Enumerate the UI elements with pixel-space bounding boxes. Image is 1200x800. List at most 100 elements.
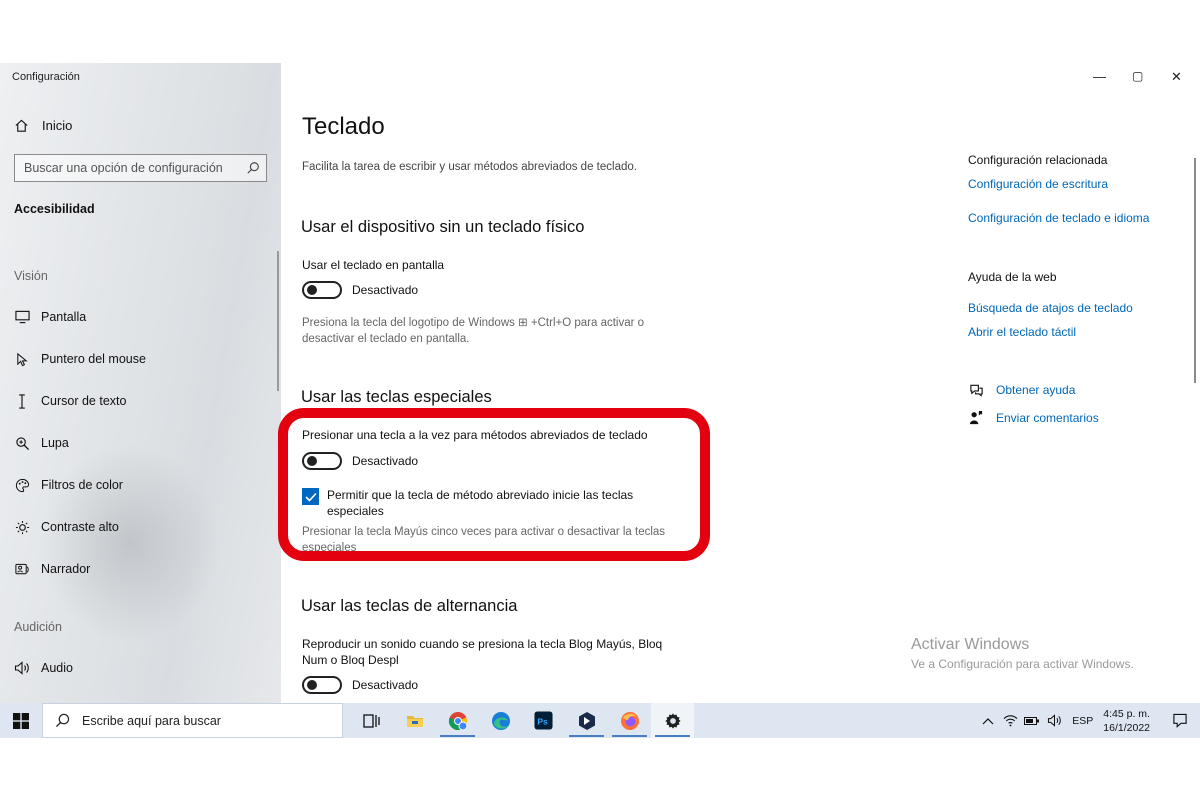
taskbar: Escribe aquí para buscar Ps ESP 4:45 p. … <box>0 703 1200 738</box>
maximize-button[interactable]: ▢ <box>1132 69 1143 83</box>
folder-icon <box>406 715 423 727</box>
file-explorer-button[interactable] <box>393 703 436 738</box>
settings-window: Configuración Inicio Buscar una opción d… <box>0 63 1200 703</box>
settings-search-input[interactable]: Buscar una opción de configuración <box>14 154 267 182</box>
battery-charging-icon[interactable] <box>1022 715 1042 727</box>
clock-time: 4:45 p. m. <box>1103 707 1150 720</box>
section-heading-physical-keyboard: Usar el dispositivo sin un teclado físic… <box>301 218 585 236</box>
sidebar-item-lupa[interactable]: Lupa <box>14 433 69 453</box>
sidebar: Configuración Inicio Buscar una opción d… <box>0 63 281 703</box>
color-palette-icon <box>14 477 30 493</box>
sidebar-item-audio[interactable]: Audio <box>14 658 73 678</box>
app-title: Configuración <box>12 71 80 83</box>
close-button[interactable]: ✕ <box>1171 69 1182 85</box>
chrome-icon <box>448 711 467 730</box>
sidebar-item-contraste[interactable]: Contraste alto <box>14 517 119 537</box>
sidebar-item-pantalla[interactable]: Pantalla <box>14 307 86 327</box>
task-view-icon <box>362 713 380 728</box>
group-label-audicion: Audición <box>14 620 62 634</box>
speaker-icon <box>14 660 30 676</box>
watermark-subtitle: Ve a Configuración para activar Windows. <box>911 657 1134 671</box>
language-indicator[interactable]: ESP <box>1072 715 1093 727</box>
firefox-icon <box>620 711 639 730</box>
group-label-vision: Visión <box>14 269 48 283</box>
on-screen-keyboard-toggle[interactable] <box>302 281 342 299</box>
link-keyboard-language-settings[interactable]: Configuración de teclado e idioma <box>968 211 1149 225</box>
blue-app-button[interactable] <box>565 703 608 738</box>
link-shortcut-search[interactable]: Búsqueda de atajos de teclado <box>968 301 1133 315</box>
sidebar-scrollbar[interactable] <box>277 251 279 391</box>
help-text-on-screen-keyboard: Presiona la tecla del logotipo de Window… <box>302 317 645 345</box>
related-settings-heading: Configuración relacionada <box>968 153 1108 167</box>
sidebar-item-label: Puntero del mouse <box>41 352 146 366</box>
chevron-up-icon[interactable] <box>978 717 998 725</box>
volume-icon[interactable] <box>1044 714 1064 727</box>
current-section-title: Accesibilidad <box>14 202 95 216</box>
watermark-title: Activar Windows <box>911 636 1030 653</box>
notifications-button[interactable] <box>1160 713 1200 728</box>
monitor-icon <box>14 309 30 325</box>
edge-button[interactable] <box>479 703 522 738</box>
toggle-keys-toggle-row: Desactivado <box>302 676 418 694</box>
photoshop-button[interactable]: Ps <box>522 703 565 738</box>
home-nav-item[interactable]: Inicio <box>14 118 72 133</box>
chrome-button[interactable] <box>436 703 479 738</box>
text-cursor-icon <box>14 393 30 409</box>
sidebar-item-label: Pantalla <box>41 310 87 324</box>
sidebar-item-label: Lupa <box>41 436 69 450</box>
sidebar-item-cursor[interactable]: Cursor de texto <box>14 391 126 411</box>
mouse-pointer-icon <box>14 351 30 367</box>
taskbar-apps: Ps <box>350 703 694 738</box>
minimize-button[interactable]: — <box>1093 69 1106 84</box>
setting-label-on-screen-keyboard: Usar el teclado en pantalla <box>302 258 445 272</box>
narrator-icon <box>14 561 30 577</box>
red-highlight-annotation <box>278 408 710 561</box>
magnifier-icon <box>14 435 30 451</box>
main-scrollbar[interactable] <box>1194 158 1196 383</box>
toggle-keys-toggle[interactable] <box>302 676 342 694</box>
gear-icon <box>664 712 681 729</box>
clock-date: 16/1/2022 <box>1103 721 1150 734</box>
home-icon <box>15 119 28 132</box>
on-screen-keyboard-toggle-row: Desactivado <box>302 281 418 299</box>
sidebar-item-label: Audio <box>41 661 73 675</box>
sidebar-item-label: Contraste alto <box>41 520 119 534</box>
sidebar-item-label: Narrador <box>41 562 91 576</box>
get-help-link[interactable]: Obtener ayuda <box>968 383 1075 397</box>
windows-logo-icon <box>13 712 29 729</box>
link-touch-keyboard[interactable]: Abrir el teclado táctil <box>968 325 1076 339</box>
sidebar-item-puntero[interactable]: Puntero del mouse <box>14 349 146 369</box>
get-help-label: Obtener ayuda <box>996 383 1076 397</box>
setting-label-toggle-keys: Reproducir un sonido cuando se presiona … <box>302 637 663 667</box>
main-content: — ▢ ✕ Teclado Facilita la tarea de escri… <box>281 63 1200 703</box>
web-help-heading: Ayuda de la web <box>968 270 1057 284</box>
search-icon <box>55 713 70 728</box>
photoshop-icon: Ps <box>534 711 553 730</box>
search-icon <box>247 162 259 174</box>
sun-contrast-icon <box>14 519 30 535</box>
sidebar-item-narrador[interactable]: Narrador <box>14 559 90 579</box>
settings-button[interactable] <box>651 703 694 738</box>
wifi-icon[interactable] <box>1000 714 1020 727</box>
section-heading-toggle-keys: Usar las teclas de alternancia <box>301 597 518 615</box>
link-typing-settings[interactable]: Configuración de escritura <box>968 177 1108 191</box>
feedback-person-icon <box>968 410 984 425</box>
sidebar-item-label: Cursor de texto <box>41 394 127 408</box>
start-button[interactable] <box>0 703 42 738</box>
clock[interactable]: 4:45 p. m. 16/1/2022 <box>1103 707 1150 735</box>
activate-windows-watermark: Activar Windows Ve a Configuración para … <box>911 636 1134 671</box>
send-feedback-link[interactable]: Enviar comentarios <box>968 410 1099 425</box>
app-hexagon-icon <box>578 711 595 730</box>
svg-text:Ps: Ps <box>537 716 548 726</box>
section-heading-sticky-keys: Usar las teclas especiales <box>301 388 492 406</box>
task-view-button[interactable] <box>350 703 393 738</box>
taskbar-search-placeholder: Escribe aquí para buscar <box>82 713 221 728</box>
edge-icon <box>491 711 510 730</box>
sidebar-item-filtros[interactable]: Filtros de color <box>14 475 123 495</box>
search-placeholder: Buscar una opción de configuración <box>24 161 223 175</box>
home-label: Inicio <box>42 118 73 133</box>
taskbar-search-box[interactable]: Escribe aquí para buscar <box>42 703 343 738</box>
screen: Configuración Inicio Buscar una opción d… <box>0 0 1200 800</box>
system-tray: ESP 4:45 p. m. 16/1/2022 <box>978 703 1200 738</box>
firefox-button[interactable] <box>608 703 651 738</box>
